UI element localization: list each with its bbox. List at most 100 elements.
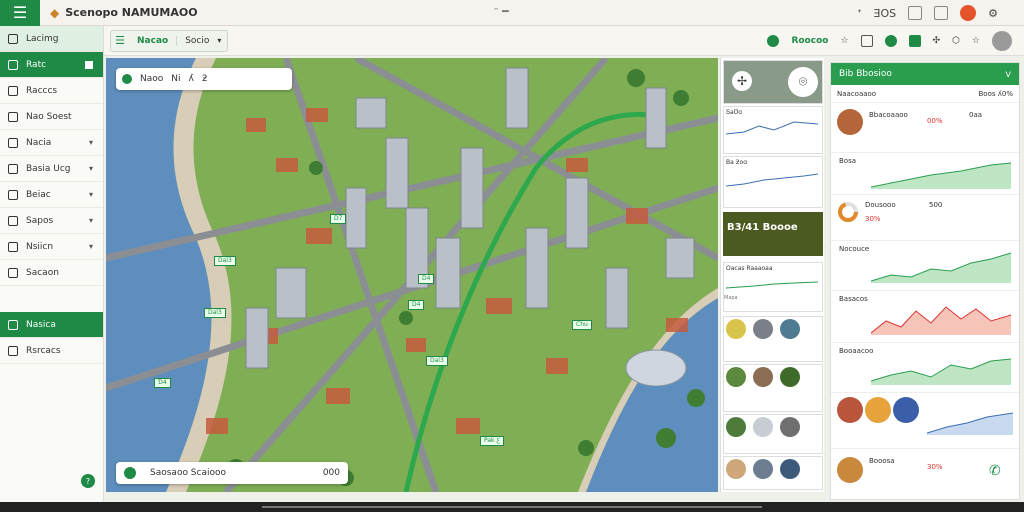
window-maximize-icon[interactable] [934,6,949,20]
star-outline-icon[interactable]: ☆ [972,36,980,46]
gear-icon[interactable]: ⚙ [988,7,998,20]
route-button[interactable]: Roocoo [791,36,828,46]
thumbnail[interactable] [753,459,774,479]
panel-header: Bib Bbosioo ᐯ [831,63,1019,85]
sparkline [725,173,819,187]
map-label[interactable]: Dal3 [204,308,226,318]
sidebar-item-nao-soest[interactable]: Nao Soest [0,104,103,130]
donut-chart [838,202,858,222]
puzzle-icon[interactable]: ✣ [933,36,941,46]
circle-icon[interactable] [884,35,897,47]
sidebar-item-beiac[interactable]: Beiac ▾ [0,182,103,208]
photo-card[interactable]: ✢ ⌾ [723,60,823,104]
chevron-down-icon[interactable]: ▾ [217,36,227,45]
sidebar-item-racccs[interactable]: Racccs [0,78,103,104]
list-item[interactable]: Dousooo 30% 500 [831,195,1019,241]
pin-icon [124,467,136,479]
map-label[interactable]: Dal3 [214,256,236,266]
help-icon[interactable]: ? [81,474,95,488]
thumbnail[interactable] [780,417,801,437]
sub-right-label: Boos ʎ0% [978,89,1014,98]
list-item[interactable]: Bbacoaaoo 00% 0aa [831,105,1019,153]
avatar[interactable] [960,5,977,21]
stat-card[interactable]: ƼaƱɑ [723,106,823,154]
map-label[interactable]: D4 [408,300,425,310]
sidebar-item-lacimg[interactable]: Lacimg [0,26,103,52]
map-filter[interactable]: ƻ [202,74,208,84]
row-name: Bbacoaaoo [869,111,908,119]
shield-icon[interactable]: ⬡ [952,36,960,46]
user-avatar[interactable] [992,31,1012,51]
view-button[interactable]: Nacao [129,35,178,46]
sidebar-item-nasica[interactable]: Nasica [0,312,103,338]
area-chart-blue [927,412,1013,435]
compass-icon[interactable]: ✢ [732,71,752,91]
thumbnail[interactable] [753,417,774,437]
star-icon[interactable]: ☆ [840,36,848,46]
save-icon[interactable] [908,35,921,47]
row-name: Basacos [839,295,868,303]
list-item[interactable]: Bosa [831,153,1019,195]
list-item[interactable]: Booosa 30% ✆ [831,449,1019,499]
stat-card[interactable]: Ba ƻoɑ [723,156,823,208]
city-map[interactable]: Naoo Ni ʎ ƻ Dal3 Dal3 D7 Chu D4 D4 Dal3 … [106,58,718,492]
bike-icon[interactable]: ⌾ [788,67,818,97]
map-label[interactable]: Chu [572,320,592,330]
map-filter[interactable]: Naoo [140,74,163,84]
map-label[interactable]: Pak ƹ [480,436,504,446]
thumbnail[interactable] [753,367,774,387]
map-label[interactable]: D7 [330,214,347,224]
sidebar-item-rsrcacs[interactable]: Rsrcacs [0,338,103,364]
status-dot-icon[interactable] [767,35,780,47]
doc-icon[interactable] [860,35,873,47]
map-label[interactable]: Dal3 [426,356,448,366]
list-icon[interactable]: ☰ [111,34,129,47]
thumbnail[interactable] [753,319,774,339]
hamburger-menu-icon[interactable]: ☰ [0,0,40,26]
chevron-down-icon: ▾ [88,242,93,251]
window-handle[interactable]: ᵔ ━ [494,5,509,18]
sidebar-item-basia-ucg[interactable]: Basia Ucg ▾ [0,156,103,182]
row-pct: 30% [865,215,881,223]
top-right-controls: ᐩ ƎOS ⚙ [857,0,998,26]
list-item[interactable]: Booaacoo [831,343,1019,393]
list-item[interactable]: Nocouce [831,241,1019,291]
eos-label[interactable]: ƎOS [874,7,897,20]
row-name: Booosa [869,457,895,465]
sparkle-icon[interactable]: ᐩ [857,7,861,20]
thumbnail[interactable] [780,459,801,479]
phone-icon[interactable]: ✆ [989,463,1001,479]
sidebar-item-label: Beiac [26,189,51,200]
map-label[interactable]: D4 [418,274,435,284]
stat-card[interactable]: Oacas Raaaoaa Mapa [723,262,823,312]
chevron-down-icon[interactable]: ᐯ [1006,70,1011,79]
banner-text: B3/41 Boooe [723,212,823,256]
sidebar-item-nacia[interactable]: Nacia ▾ [0,130,103,156]
map-search-bar[interactable]: Naoo Ni ʎ ƻ [116,68,292,90]
map-label[interactable]: Ɗ4 [154,378,171,388]
horizontal-scrollbar[interactable] [262,506,762,508]
list-item[interactable]: Basacos [831,291,1019,343]
thumbnail[interactable] [780,319,801,339]
map-filter[interactable]: Ni [171,74,180,84]
sidebar-item-sacaon[interactable]: Sacaon [0,260,103,286]
thumbnails-row [723,316,823,362]
chart-icon [8,137,18,148]
map-info-bar[interactable]: Saosaoo Scaiooo 000 [116,462,348,484]
thumbnail[interactable] [780,367,801,387]
sidebar-item-ratc[interactable]: Ratc [0,52,103,78]
promo-banner[interactable]: B3/41 Boooe [723,212,823,258]
mode-dropdown[interactable]: Socio [177,36,217,46]
sidebar-item-nsiicn[interactable]: Nsiicn ▾ [0,234,103,260]
row-pct: 30% [927,463,943,471]
thumbnail[interactable] [726,367,746,387]
thumbnail[interactable] [726,417,746,437]
map-filter[interactable]: ʎ [189,74,194,84]
thumbnail[interactable] [726,459,746,479]
avatar [837,457,863,483]
sidebar-item-label: Lacimg [26,33,59,44]
list-item[interactable] [831,393,1019,449]
thumbnail[interactable] [726,319,746,339]
sidebar-item-sapos[interactable]: Sapos ▾ [0,208,103,234]
window-restore-icon[interactable] [908,6,923,20]
